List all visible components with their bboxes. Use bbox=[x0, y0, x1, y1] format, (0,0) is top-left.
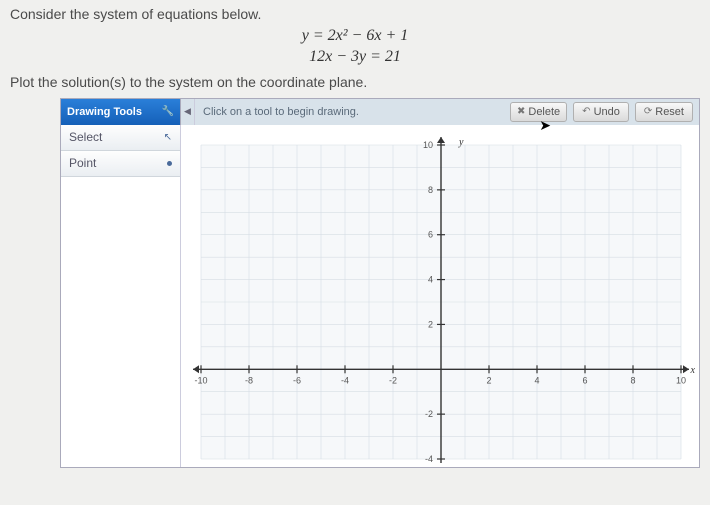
cursor-icon: ↖ bbox=[164, 132, 172, 143]
svg-text:-6: -6 bbox=[293, 375, 301, 385]
grid-svg: -10 -8 -6 -4 -2 2 4 6 8 10 -4 -2 2 4 6 8 10 bbox=[181, 125, 699, 467]
action-buttons: ✖ Delete ↶ Undo ⟳ Reset bbox=[504, 99, 699, 125]
drawing-tool-app: Drawing Tools 🔧 ◀ Click on a tool to beg… bbox=[60, 98, 700, 468]
toolbar: Drawing Tools 🔧 ◀ Click on a tool to beg… bbox=[61, 99, 699, 125]
point-tool-label: Point bbox=[69, 156, 96, 170]
svg-text:8: 8 bbox=[630, 375, 635, 385]
point-icon bbox=[167, 161, 172, 166]
undo-icon: ↶ bbox=[582, 106, 590, 117]
wrench-icon: 🔧 bbox=[162, 106, 174, 117]
equations-block: y = 2x² − 6x + 1 12x − 3y = 21 bbox=[0, 26, 710, 68]
problem-intro: Consider the system of equations below. bbox=[0, 0, 710, 22]
hint-text: Click on a tool to begin drawing. bbox=[195, 99, 504, 125]
reset-icon: ⟳ bbox=[644, 106, 652, 117]
undo-label: Undo bbox=[594, 106, 620, 118]
select-tool-label: Select bbox=[69, 130, 102, 144]
coordinate-plane[interactable]: -10 -8 -6 -4 -2 2 4 6 8 10 -4 -2 2 4 6 8 10 y x bbox=[181, 125, 699, 467]
delete-button[interactable]: ✖ Delete bbox=[510, 102, 567, 122]
y-axis-label: y bbox=[459, 137, 463, 148]
svg-text:6: 6 bbox=[582, 375, 587, 385]
svg-text:8: 8 bbox=[428, 184, 433, 194]
select-tool[interactable]: Select ↖ bbox=[61, 125, 180, 151]
svg-text:2: 2 bbox=[428, 319, 433, 329]
collapse-panel-button[interactable]: ◀ bbox=[181, 99, 195, 125]
svg-text:-2: -2 bbox=[389, 375, 397, 385]
svg-text:-2: -2 bbox=[425, 409, 433, 419]
svg-text:-4: -4 bbox=[341, 375, 349, 385]
point-tool[interactable]: Point bbox=[61, 151, 180, 177]
drawing-tools-title: Drawing Tools bbox=[67, 106, 142, 118]
tool-panel: Select ↖ Point bbox=[61, 125, 181, 467]
reset-label: Reset bbox=[655, 106, 684, 118]
svg-text:4: 4 bbox=[534, 375, 539, 385]
equation-1: y = 2x² − 6x + 1 bbox=[0, 26, 710, 47]
svg-text:2: 2 bbox=[486, 375, 491, 385]
equation-2: 12x − 3y = 21 bbox=[0, 47, 710, 68]
delete-icon: ✖ bbox=[517, 106, 525, 117]
drawing-tools-header: Drawing Tools 🔧 bbox=[61, 99, 181, 125]
undo-button[interactable]: ↶ Undo bbox=[573, 102, 629, 122]
svg-text:10: 10 bbox=[676, 375, 686, 385]
svg-text:-4: -4 bbox=[425, 454, 433, 464]
svg-text:-8: -8 bbox=[245, 375, 253, 385]
svg-text:6: 6 bbox=[428, 229, 433, 239]
plot-instruction: Plot the solution(s) to the system on th… bbox=[0, 74, 710, 98]
svg-text:4: 4 bbox=[428, 274, 433, 284]
svg-text:-10: -10 bbox=[194, 375, 207, 385]
reset-button[interactable]: ⟳ Reset bbox=[635, 102, 693, 122]
delete-label: Delete bbox=[528, 106, 560, 118]
svg-text:10: 10 bbox=[423, 140, 433, 150]
x-axis-label: x bbox=[691, 365, 695, 376]
